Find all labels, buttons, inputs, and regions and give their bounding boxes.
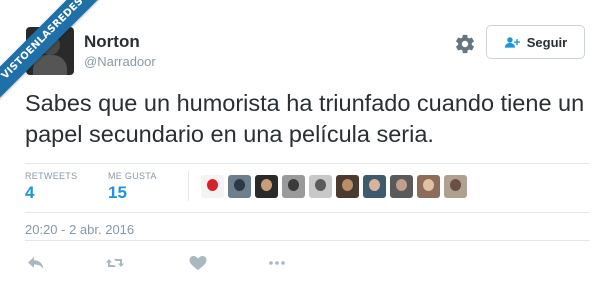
divider bbox=[25, 212, 590, 213]
liker-avatar[interactable] bbox=[390, 175, 413, 198]
follow-button[interactable]: Seguir bbox=[486, 25, 585, 59]
likes-count[interactable]: 15 bbox=[108, 183, 127, 203]
liker-avatar[interactable] bbox=[309, 175, 332, 198]
liker-avatar[interactable] bbox=[282, 175, 305, 198]
liker-avatar[interactable] bbox=[201, 175, 224, 198]
retweet-icon[interactable] bbox=[105, 253, 125, 273]
liker-avatar[interactable] bbox=[444, 175, 467, 198]
follow-user-icon bbox=[504, 36, 520, 48]
liker-avatar[interactable] bbox=[228, 175, 251, 198]
likes-label: ME GUSTA bbox=[108, 171, 157, 181]
divider bbox=[25, 163, 590, 164]
watermark-ribbon: VISTOENLASREDES bbox=[0, 0, 110, 107]
liker-avatar[interactable] bbox=[417, 175, 440, 198]
liker-avatar[interactable] bbox=[363, 175, 386, 198]
tweet-card: VISTOENLASREDES Norton @Narradoor Seguir… bbox=[0, 0, 614, 303]
reply-icon[interactable] bbox=[26, 253, 46, 273]
more-icon[interactable] bbox=[267, 253, 287, 273]
stats-separator bbox=[188, 171, 189, 201]
like-icon[interactable] bbox=[188, 253, 208, 273]
liker-avatar[interactable] bbox=[255, 175, 278, 198]
follow-button-label: Seguir bbox=[526, 34, 568, 50]
gear-icon[interactable] bbox=[454, 33, 476, 55]
divider bbox=[25, 240, 590, 241]
tweet-timestamp[interactable]: 20:20 - 2 abr. 2016 bbox=[25, 222, 134, 237]
watermark-corner: VISTOENLASREDES bbox=[0, 0, 110, 110]
likers-avatars bbox=[201, 175, 467, 198]
retweets-count[interactable]: 4 bbox=[25, 183, 34, 203]
liker-avatar[interactable] bbox=[336, 175, 359, 198]
tweet-text: Sabes que un humorista ha triunfado cuan… bbox=[25, 90, 585, 147]
retweets-label: RETWEETS bbox=[25, 171, 78, 181]
